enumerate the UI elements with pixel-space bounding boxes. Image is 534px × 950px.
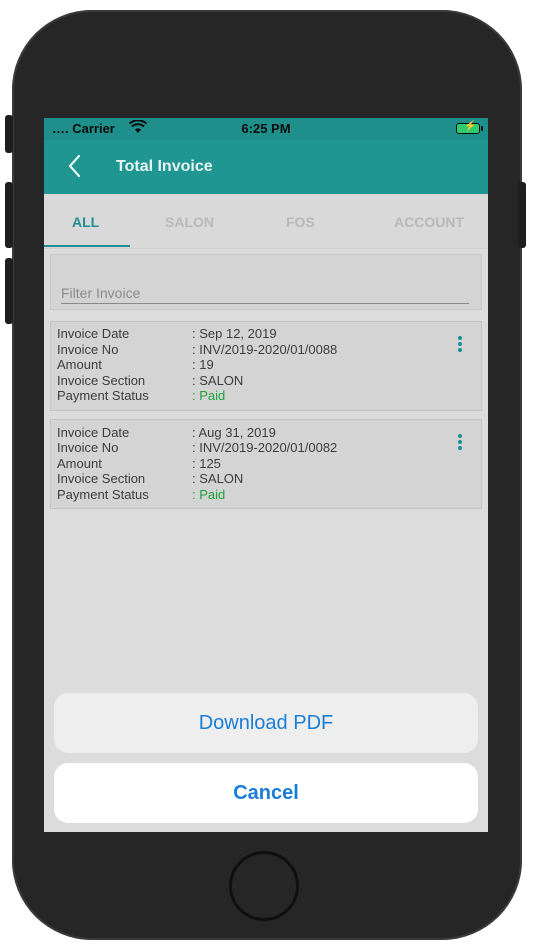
download-pdf-button[interactable]: Download PDF (54, 693, 478, 753)
back-button[interactable] (62, 152, 90, 180)
amount-label: Amount (57, 456, 102, 471)
amount-value: : 19 (192, 357, 214, 372)
invoice-date-label: Invoice Date (57, 425, 130, 440)
filter-container (50, 254, 482, 310)
invoice-section-value: : SALON (192, 373, 244, 388)
payment-status-label: Payment Status (57, 487, 149, 502)
amount-label: Amount (57, 357, 102, 372)
power-button (518, 182, 526, 248)
payment-status-label: Payment Status (57, 388, 149, 403)
mute-switch (5, 115, 13, 153)
filter-invoice-input[interactable] (61, 283, 469, 304)
chevron-left-icon (68, 154, 81, 178)
app-screen: …. Carrier 6:25 PM ⚡ Total Invoice ALL S… (44, 118, 488, 832)
invoice-card[interactable]: Invoice Date : Sep 12, 2019 Invoice No :… (50, 321, 482, 411)
invoice-no-label: Invoice No (57, 342, 119, 357)
app-header: Total Invoice (44, 140, 488, 194)
cancel-button[interactable]: Cancel (54, 763, 478, 823)
volume-down-button (5, 258, 13, 324)
tab-fos[interactable]: FOS (286, 214, 315, 230)
status-bar: …. Carrier 6:25 PM ⚡ (44, 118, 488, 140)
invoice-date-label: Invoice Date (57, 326, 130, 341)
volume-up-button (5, 182, 13, 248)
invoice-date-value: : Sep 12, 2019 (192, 326, 277, 341)
tab-all[interactable]: ALL (72, 214, 99, 230)
tab-bar: ALL SALON FOS ACCOUNT (44, 194, 488, 249)
status-time: 6:25 PM (241, 121, 291, 136)
invoice-section-label: Invoice Section (57, 471, 146, 486)
home-button[interactable] (229, 851, 299, 921)
payment-status-value: : Paid (192, 388, 226, 403)
invoice-date-value: : Aug 31, 2019 (192, 425, 276, 440)
invoice-no-value: : INV/2019-2020/01/0082 (192, 440, 338, 455)
invoice-no-value: : INV/2019-2020/01/0088 (192, 342, 338, 357)
tab-salon[interactable]: SALON (165, 214, 214, 230)
page-title: Total Invoice (116, 158, 213, 175)
tab-account[interactable]: ACCOUNT (394, 214, 464, 230)
payment-status-value: : Paid (192, 487, 226, 502)
more-options-icon[interactable] (457, 336, 463, 354)
battery-charging-icon: ⚡ (456, 121, 483, 134)
active-tab-indicator (44, 245, 130, 247)
more-options-icon[interactable] (457, 434, 463, 452)
invoice-section-value: : SALON (192, 471, 244, 486)
invoice-no-label: Invoice No (57, 440, 119, 455)
invoice-card[interactable]: Invoice Date : Aug 31, 2019 Invoice No :… (50, 419, 482, 509)
amount-value: : 125 (192, 456, 221, 471)
invoice-section-label: Invoice Section (57, 373, 146, 388)
